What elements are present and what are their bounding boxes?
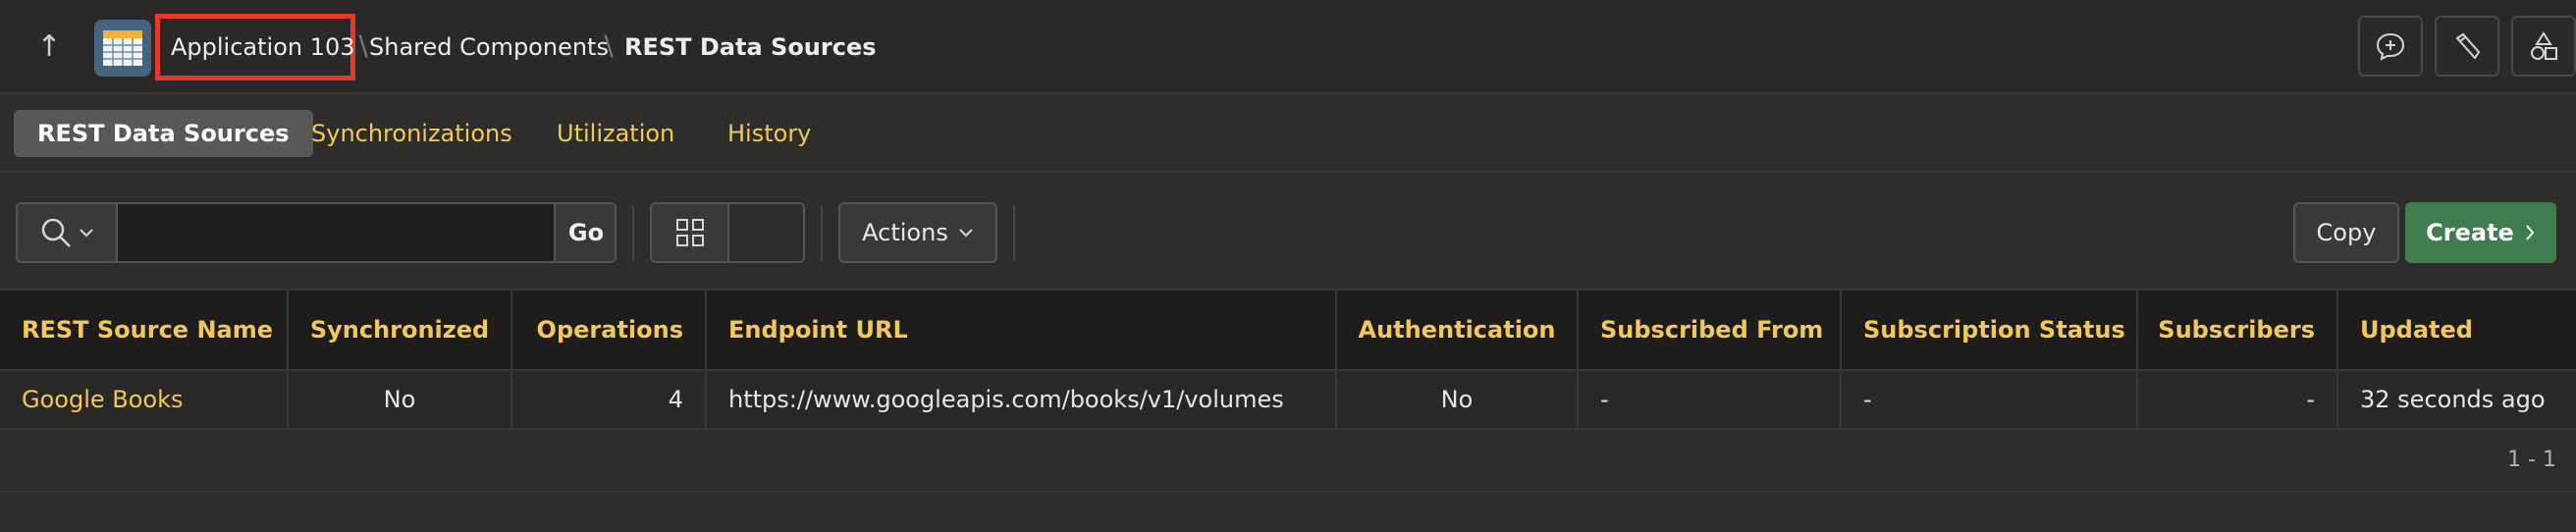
breadcrumb-shared-components[interactable]: Shared Components	[369, 29, 609, 65]
developer-tools-button[interactable]	[2435, 16, 2499, 77]
table-cell: 32 seconds ago	[2360, 386, 2546, 413]
toolbar-divider	[1013, 206, 1015, 261]
search-column-selector[interactable]	[18, 204, 118, 261]
developer-tools-icon	[2455, 32, 2481, 60]
column-header[interactable]: Subscription Status	[1842, 291, 2138, 369]
search-bar: Go	[16, 202, 617, 263]
toolbar-divider	[821, 206, 823, 261]
breadcrumb-current-page: REST Data Sources	[624, 33, 877, 61]
actions-menu-button[interactable]: Actions	[838, 202, 997, 263]
rest-source-link[interactable]: Google Books	[22, 386, 184, 413]
table-cell: -	[1842, 371, 2138, 428]
table-header-row: REST Source Name Synchronized Operations…	[0, 289, 2576, 371]
shapes-icon	[2531, 31, 2557, 60]
table-cell: -	[2138, 371, 2338, 428]
table-row: Google Books No 4 https://www.googleapis…	[0, 371, 2576, 430]
column-header[interactable]: Synchronized	[289, 291, 512, 369]
chevron-down-icon	[959, 229, 973, 238]
actions-label: Actions	[862, 219, 948, 246]
chevron-right-icon	[2526, 225, 2535, 240]
column-header[interactable]: Subscribed From	[1579, 291, 1842, 369]
table-cell: https://www.googleapis.com/books/v1/volu…	[707, 371, 1337, 428]
column-header[interactable]: Operations	[512, 291, 707, 369]
tabs-bar: REST Data Sources Synchronizations Utili…	[0, 94, 2576, 173]
column-header[interactable]: Endpoint URL	[707, 291, 1337, 369]
tab-history[interactable]: History	[727, 110, 811, 157]
table-cell: No	[1337, 371, 1579, 428]
up-arrow-icon[interactable]: ↑	[31, 27, 67, 67]
column-header[interactable]: Updated	[2338, 291, 2576, 369]
feedback-icon	[2376, 32, 2405, 61]
report-footer: 1 - 1	[0, 430, 2576, 493]
report-toolbar: Go Actions Copy Create	[0, 173, 2576, 289]
tab-rest-data-sources[interactable]: REST Data Sources	[14, 110, 313, 157]
table-cell: No	[289, 371, 512, 428]
table-cell: Google Books	[0, 371, 289, 428]
chevron-down-icon	[80, 229, 93, 238]
create-button[interactable]: Create	[2405, 202, 2556, 263]
tab-synchronizations[interactable]: Synchronizations	[311, 110, 512, 157]
search-input[interactable]	[118, 204, 554, 261]
icon-view-button[interactable]	[652, 204, 729, 261]
toolbar-divider	[632, 206, 634, 261]
column-header[interactable]: Subscribers	[2138, 291, 2338, 369]
app-grid-icon[interactable]	[94, 20, 151, 77]
column-header[interactable]: Authentication	[1337, 291, 1579, 369]
table-cell: -	[1579, 371, 1842, 428]
shapes-button[interactable]	[2511, 16, 2576, 77]
breadcrumb-application[interactable]: Application 103	[171, 29, 355, 65]
go-button[interactable]: Go	[554, 204, 615, 261]
breadcrumb-separator: ∖	[599, 30, 617, 63]
column-header[interactable]: REST Source Name	[0, 291, 289, 369]
grid-view-icon	[675, 219, 704, 246]
feedback-button[interactable]	[2358, 16, 2423, 77]
create-label: Create	[2426, 219, 2514, 246]
pagination-text: 1 - 1	[2507, 448, 2556, 472]
tab-utilization[interactable]: Utilization	[557, 110, 674, 157]
copy-button[interactable]: Copy	[2293, 202, 2399, 263]
top-navigation-bar: ↑ Application 103 ∖ Shared Components ∖ …	[0, 0, 2576, 94]
view-mode-group	[650, 202, 805, 263]
table-cell: 4	[512, 371, 707, 428]
search-icon	[41, 218, 71, 247]
